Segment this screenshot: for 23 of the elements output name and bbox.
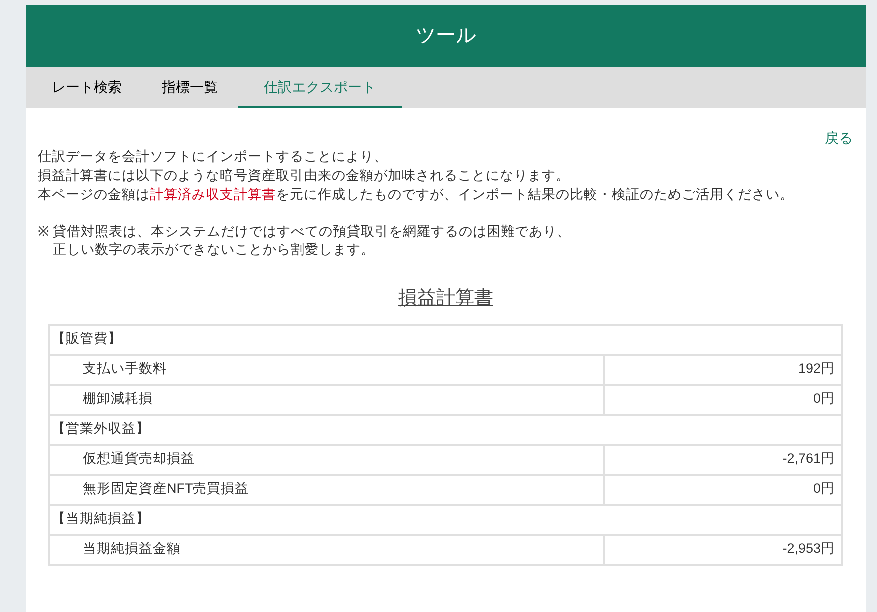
statement-link[interactable]: 計算済み収支計算書	[150, 187, 276, 202]
tab[interactable]: 指標一覧	[142, 67, 238, 108]
section-heading-cell: 【販管費】	[49, 324, 842, 354]
intro-text: 仕訳データを会計ソフトにインポートすることにより、 損益計算書には以下のような暗号資産取引由来の金額が加味されることになります。 本ページの金額は計算済み収支計算書を元に作成したものですが、インポート結果の比較・検証のためご活用ください。	[38, 148, 795, 204]
account-cell: 仮想通貨売却損益	[49, 444, 604, 474]
note-mark: ※	[38, 223, 50, 241]
page-title: ツール	[416, 24, 476, 49]
account-cell: 無形固定資産NFT売買損益	[49, 474, 604, 504]
amount-cell: 0円	[604, 384, 842, 414]
account-cell: 当期純損益金額	[49, 534, 604, 564]
amount-cell: 192円	[604, 354, 842, 384]
back-link[interactable]: 戻る	[825, 128, 853, 149]
tab[interactable]: 仕訳エクスポート	[238, 67, 402, 108]
section-heading-cell: 【営業外収益】	[49, 414, 842, 444]
note-text: 貸借対照表は、本システムだけではすべての預貸取引を網羅するのは困難であり、 正しい数字の表示ができないことから割愛します。	[53, 223, 571, 259]
amount-cell: -2,953円	[604, 534, 842, 564]
section-heading-cell: 【当期純損益】	[49, 504, 842, 534]
tab[interactable]: レート検索	[32, 67, 142, 108]
amount-cell: 0円	[604, 474, 842, 504]
amount-cell: -2,761円	[604, 444, 842, 474]
statement-title: 損益計算書	[398, 287, 494, 311]
account-cell: 支払い手数料	[49, 354, 604, 384]
account-cell: 棚卸減耗損	[49, 384, 604, 414]
